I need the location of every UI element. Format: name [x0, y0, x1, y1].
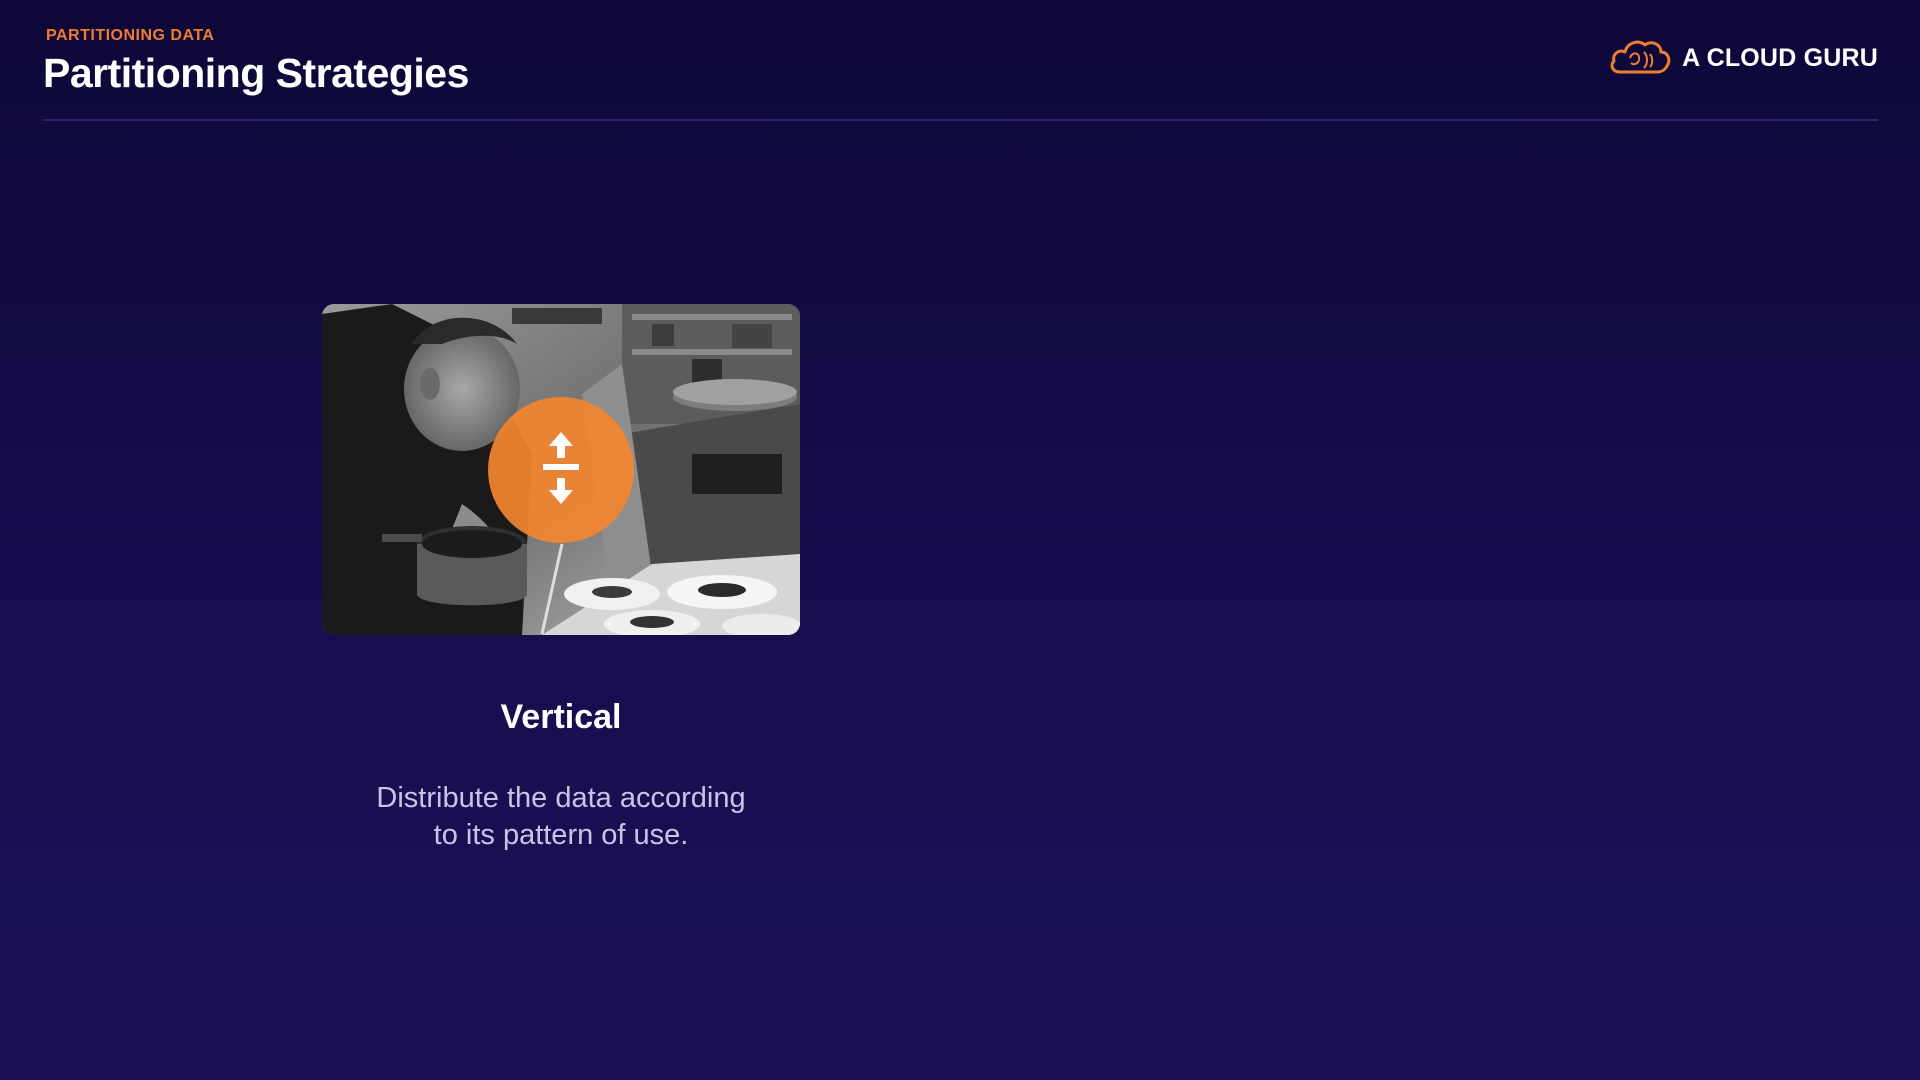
section-eyebrow: PARTITIONING DATA	[46, 27, 215, 44]
card-heading: Vertical	[500, 698, 622, 736]
strategy-card-image	[322, 304, 800, 635]
logo-text: A CLOUD GURU	[1682, 44, 1878, 72]
vertical-split-badge	[488, 397, 634, 543]
cloud-icon	[1608, 36, 1672, 81]
card-description-line: Distribute the data according	[376, 782, 746, 814]
brand-logo: A CLOUD GURU	[1608, 36, 1878, 81]
page-title: Partitioning Strategies	[43, 50, 469, 96]
header-divider	[43, 119, 1878, 121]
card-description: Distribute the data according to its pat…	[322, 780, 800, 854]
card-description-line: to its pattern of use.	[433, 819, 689, 851]
vertical-split-icon	[541, 430, 581, 511]
